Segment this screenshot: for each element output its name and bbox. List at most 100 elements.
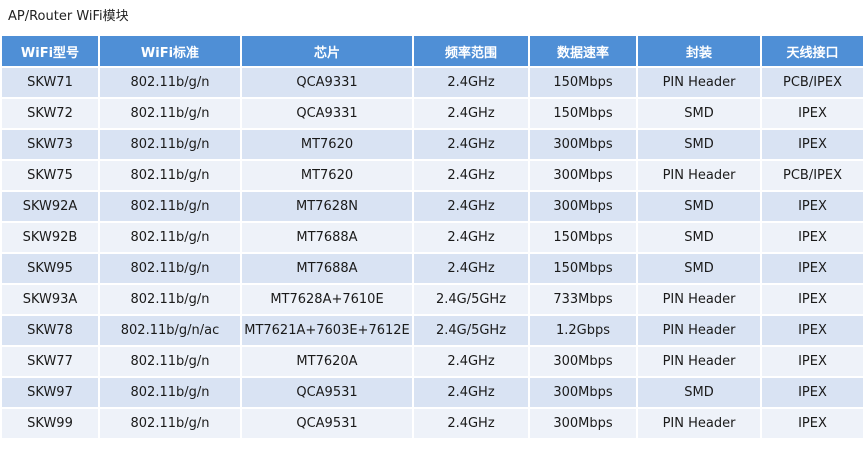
cell-chip: QCA9531 <box>240 407 414 440</box>
cell-model: SKW77 <box>0 345 100 378</box>
table-row: SKW78 802.11b/g/n/ac MT7621A+7603E+7612E… <box>0 314 863 347</box>
cell-model: SKW92A <box>0 190 100 223</box>
cell-antenna: IPEX <box>760 190 863 223</box>
cell-package: PIN Header <box>636 314 762 347</box>
cell-chip: QCA9331 <box>240 97 414 130</box>
cell-antenna: IPEX <box>760 221 863 254</box>
table-row: SKW77 802.11b/g/n MT7620A 2.4GHz 300Mbps… <box>0 345 863 378</box>
cell-frequency: 2.4GHz <box>412 128 530 161</box>
cell-package: SMD <box>636 221 762 254</box>
cell-frequency: 2.4GHz <box>412 407 530 440</box>
cell-data-rate: 1.2Gbps <box>528 314 638 347</box>
cell-model: SKW99 <box>0 407 100 440</box>
cell-data-rate: 300Mbps <box>528 128 638 161</box>
cell-standard: 802.11b/g/n <box>98 190 242 223</box>
cell-frequency: 2.4GHz <box>412 252 530 285</box>
cell-frequency: 2.4GHz <box>412 97 530 130</box>
cell-antenna: IPEX <box>760 97 863 130</box>
cell-antenna: IPEX <box>760 345 863 378</box>
table-header-row: WiFi型号 WiFi标准 芯片 频率范围 数据速率 封装 天线接口 <box>0 34 863 68</box>
cell-model: SKW95 <box>0 252 100 285</box>
cell-package: SMD <box>636 190 762 223</box>
cell-standard: 802.11b/g/n <box>98 283 242 316</box>
table-row: SKW92B 802.11b/g/n MT7688A 2.4GHz 150Mbp… <box>0 221 863 254</box>
cell-model: SKW97 <box>0 376 100 409</box>
cell-data-rate: 300Mbps <box>528 190 638 223</box>
cell-model: SKW71 <box>0 66 100 99</box>
cell-standard: 802.11b/g/n <box>98 66 242 99</box>
cell-package: SMD <box>636 128 762 161</box>
cell-data-rate: 300Mbps <box>528 376 638 409</box>
cell-model: SKW73 <box>0 128 100 161</box>
cell-data-rate: 150Mbps <box>528 97 638 130</box>
column-header-antenna: 天线接口 <box>760 34 863 68</box>
cell-antenna: IPEX <box>760 252 863 285</box>
cell-chip: QCA9531 <box>240 376 414 409</box>
cell-data-rate: 150Mbps <box>528 66 638 99</box>
cell-antenna: PCB/IPEX <box>760 66 863 99</box>
cell-package: SMD <box>636 252 762 285</box>
cell-frequency: 2.4G/5GHz <box>412 283 530 316</box>
cell-antenna: IPEX <box>760 376 863 409</box>
cell-standard: 802.11b/g/n/ac <box>98 314 242 347</box>
cell-data-rate: 733Mbps <box>528 283 638 316</box>
cell-frequency: 2.4GHz <box>412 66 530 99</box>
cell-standard: 802.11b/g/n <box>98 128 242 161</box>
cell-standard: 802.11b/g/n <box>98 97 242 130</box>
cell-package: PIN Header <box>636 66 762 99</box>
cell-antenna: IPEX <box>760 128 863 161</box>
cell-chip: MT7620A <box>240 345 414 378</box>
cell-antenna: IPEX <box>760 283 863 316</box>
cell-package: PIN Header <box>636 345 762 378</box>
cell-frequency: 2.4GHz <box>412 345 530 378</box>
cell-chip: MT7621A+7603E+7612E <box>240 314 414 347</box>
cell-data-rate: 150Mbps <box>528 252 638 285</box>
column-header-frequency: 频率范围 <box>412 34 530 68</box>
table-row: SKW95 802.11b/g/n MT7688A 2.4GHz 150Mbps… <box>0 252 863 285</box>
cell-chip: MT7628A+7610E <box>240 283 414 316</box>
cell-package: SMD <box>636 376 762 409</box>
table-row: SKW71 802.11b/g/n QCA9331 2.4GHz 150Mbps… <box>0 66 863 99</box>
cell-standard: 802.11b/g/n <box>98 252 242 285</box>
cell-data-rate: 300Mbps <box>528 407 638 440</box>
cell-chip: MT7688A <box>240 252 414 285</box>
cell-chip: MT7688A <box>240 221 414 254</box>
cell-chip: MT7620 <box>240 128 414 161</box>
cell-model: SKW78 <box>0 314 100 347</box>
wifi-module-table: WiFi型号 WiFi标准 芯片 频率范围 数据速率 封装 天线接口 SKW71… <box>0 34 863 440</box>
cell-package: SMD <box>636 97 762 130</box>
cell-standard: 802.11b/g/n <box>98 376 242 409</box>
table-row: SKW75 802.11b/g/n MT7620 2.4GHz 300Mbps … <box>0 159 863 192</box>
cell-package: PIN Header <box>636 159 762 192</box>
cell-chip: MT7628N <box>240 190 414 223</box>
table-row: SKW92A 802.11b/g/n MT7628N 2.4GHz 300Mbp… <box>0 190 863 223</box>
cell-frequency: 2.4G/5GHz <box>412 314 530 347</box>
cell-standard: 802.11b/g/n <box>98 221 242 254</box>
column-header-data-rate: 数据速率 <box>528 34 638 68</box>
cell-package: PIN Header <box>636 407 762 440</box>
cell-data-rate: 300Mbps <box>528 345 638 378</box>
cell-frequency: 2.4GHz <box>412 159 530 192</box>
cell-chip: QCA9331 <box>240 66 414 99</box>
column-header-model: WiFi型号 <box>0 34 100 68</box>
table-row: SKW97 802.11b/g/n QCA9531 2.4GHz 300Mbps… <box>0 376 863 409</box>
table-row: SKW99 802.11b/g/n QCA9531 2.4GHz 300Mbps… <box>0 407 863 440</box>
cell-frequency: 2.4GHz <box>412 376 530 409</box>
table-row: SKW73 802.11b/g/n MT7620 2.4GHz 300Mbps … <box>0 128 863 161</box>
cell-data-rate: 150Mbps <box>528 221 638 254</box>
table-row: SKW72 802.11b/g/n QCA9331 2.4GHz 150Mbps… <box>0 97 863 130</box>
cell-data-rate: 300Mbps <box>528 159 638 192</box>
cell-package: PIN Header <box>636 283 762 316</box>
cell-antenna: IPEX <box>760 407 863 440</box>
cell-frequency: 2.4GHz <box>412 221 530 254</box>
page-title: AP/Router WiFi模块 <box>8 9 129 24</box>
column-header-chip: 芯片 <box>240 34 414 68</box>
cell-antenna: IPEX <box>760 314 863 347</box>
cell-standard: 802.11b/g/n <box>98 345 242 378</box>
cell-model: SKW93A <box>0 283 100 316</box>
cell-model: SKW92B <box>0 221 100 254</box>
cell-model: SKW75 <box>0 159 100 192</box>
cell-frequency: 2.4GHz <box>412 190 530 223</box>
table-row: SKW93A 802.11b/g/n MT7628A+7610E 2.4G/5G… <box>0 283 863 316</box>
cell-model: SKW72 <box>0 97 100 130</box>
